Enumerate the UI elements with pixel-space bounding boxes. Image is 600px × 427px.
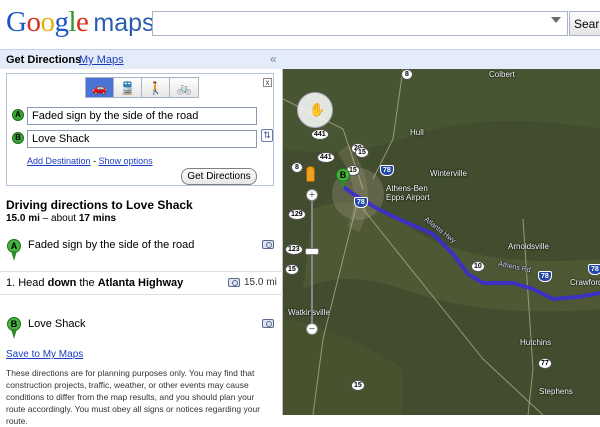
add-destination-link[interactable]: Add Destination [27,156,91,166]
place-athens-ben-epps-airport: Athens-Ben Epps Airport [386,184,430,202]
place-crawford: Crawford [570,278,600,287]
hwy-shield-78b: 78 [538,271,552,282]
destination-input[interactable]: Love Shack [27,130,257,148]
summary-about: – about [39,213,79,224]
search-button[interactable]: Sear [569,11,600,36]
hwy-shield-15d: 15 [355,147,369,158]
directions-panel: 🚗 🚆 🚶 🚲 x A Faded sign by the side of th… [0,69,283,426]
step-bold-direction: down [47,277,77,289]
search-history-dropdown-icon[interactable] [551,17,561,23]
hwy-shield-15c: 15 [351,380,365,391]
step-road: Atlanta Highway [97,277,184,289]
hwy-shield-77: 77 [538,358,552,369]
zoom-out-button[interactable]: − [306,323,318,335]
hwy-shield-78d: 78 [380,165,394,176]
marker-a-icon: A [12,109,24,121]
save-to-my-maps-link[interactable]: Save to My Maps [6,349,83,360]
tab-get-directions[interactable]: Get Directions [6,54,81,66]
place-winterville: Winterville [430,169,467,178]
end-pin-icon: B [7,317,21,339]
hwy-shield-8: 8 [401,69,413,80]
satellite-map[interactable] [283,69,600,415]
collapse-panel-icon[interactable]: « [270,52,277,66]
close-form-icon[interactable]: x [263,78,272,87]
hwy-shield-8b: 8 [291,162,303,173]
directions-form: 🚗 🚆 🚶 🚲 x A Faded sign by the side of th… [6,73,274,186]
hwy-shield-78c: 78 [588,264,600,275]
place-hutchins: Hutchins [520,338,552,347]
place-hull: Hull [410,128,424,137]
pan-control[interactable]: ✋ [297,92,333,128]
show-options-link[interactable]: Show options [99,156,153,166]
panel-tabbar: Get Directions My Maps « [0,49,283,69]
map-toolbar [283,49,600,69]
start-pin-icon: A [7,239,21,261]
step-mid: the [76,277,98,289]
get-directions-button[interactable]: Get Directions [181,168,257,185]
travel-mode-selector: 🚗 🚆 🚶 🚲 [85,77,199,98]
place-watkinsville: Watkinsville [288,308,330,317]
step-distance: 15.0 mi [244,277,277,288]
end-location-label: Love Shack [28,318,86,330]
street-view-icon[interactable] [262,240,274,249]
google-maps-logo[interactable]: Google maps [6,6,155,39]
zoom-slider-track[interactable] [311,201,313,325]
marker-b-icon: B [12,132,24,144]
transit-icon[interactable]: 🚆 [114,78,142,97]
place-colbert: Colbert [489,70,515,79]
swap-endpoints-icon[interactable]: ⇅ [261,129,273,142]
form-links: Add Destination - Show options [27,156,153,166]
hwy-shield-129: 129 [288,209,306,220]
tab-my-maps[interactable]: My Maps [79,54,124,66]
place-stephens: Stephens [539,387,573,396]
link-separator: - [90,156,99,166]
hwy-shield-10: 10 [471,261,485,272]
hwy-shield-15b: 15 [285,264,299,275]
car-icon[interactable]: 🚗 [86,78,114,97]
step-number: 1. Head [6,277,48,289]
directions-summary: 15.0 mi – about 17 mins [6,213,116,224]
place-arnoldsville: Arnoldsville [508,242,549,251]
hwy-shield-78: 78 [354,197,368,208]
directions-title: Driving directions to Love Shack [6,198,193,212]
zoom-slider-thumb[interactable] [305,248,319,255]
step-street-view-icon[interactable] [228,278,240,287]
summary-time: 17 mins [78,213,117,224]
pan-hand-icon[interactable]: ✋ [309,102,325,118]
header: Google maps Sear [0,0,600,49]
direction-step[interactable]: 1. Head down the Atlanta Highway 15.0 mi [0,271,283,295]
pegman-street-view-icon[interactable] [306,166,315,182]
hwy-shield-441b: 441 [317,152,335,163]
step-text: 1. Head down the Atlanta Highway [6,277,183,289]
bike-icon[interactable]: 🚲 [170,78,198,97]
zoom-in-button[interactable]: + [306,189,318,201]
walk-icon[interactable]: 🚶 [142,78,170,97]
map-pin-b-icon[interactable]: B [336,168,350,190]
end-street-view-icon[interactable] [262,319,274,328]
logo-maps-text: maps [93,9,155,37]
hwy-shield-441: 441 [311,129,329,140]
summary-distance: 15.0 mi [6,213,40,224]
hwy-shield-123: 123 [285,244,303,255]
search-input[interactable] [152,11,568,36]
origin-input[interactable]: Faded sign by the side of the road [27,107,257,125]
map-view[interactable]: Colbert Hull Winterville Athens-Ben Epps… [283,49,600,415]
directions-disclaimer: These directions are for planning purpos… [6,368,261,426]
start-location-label: Faded sign by the side of the road [28,239,195,251]
